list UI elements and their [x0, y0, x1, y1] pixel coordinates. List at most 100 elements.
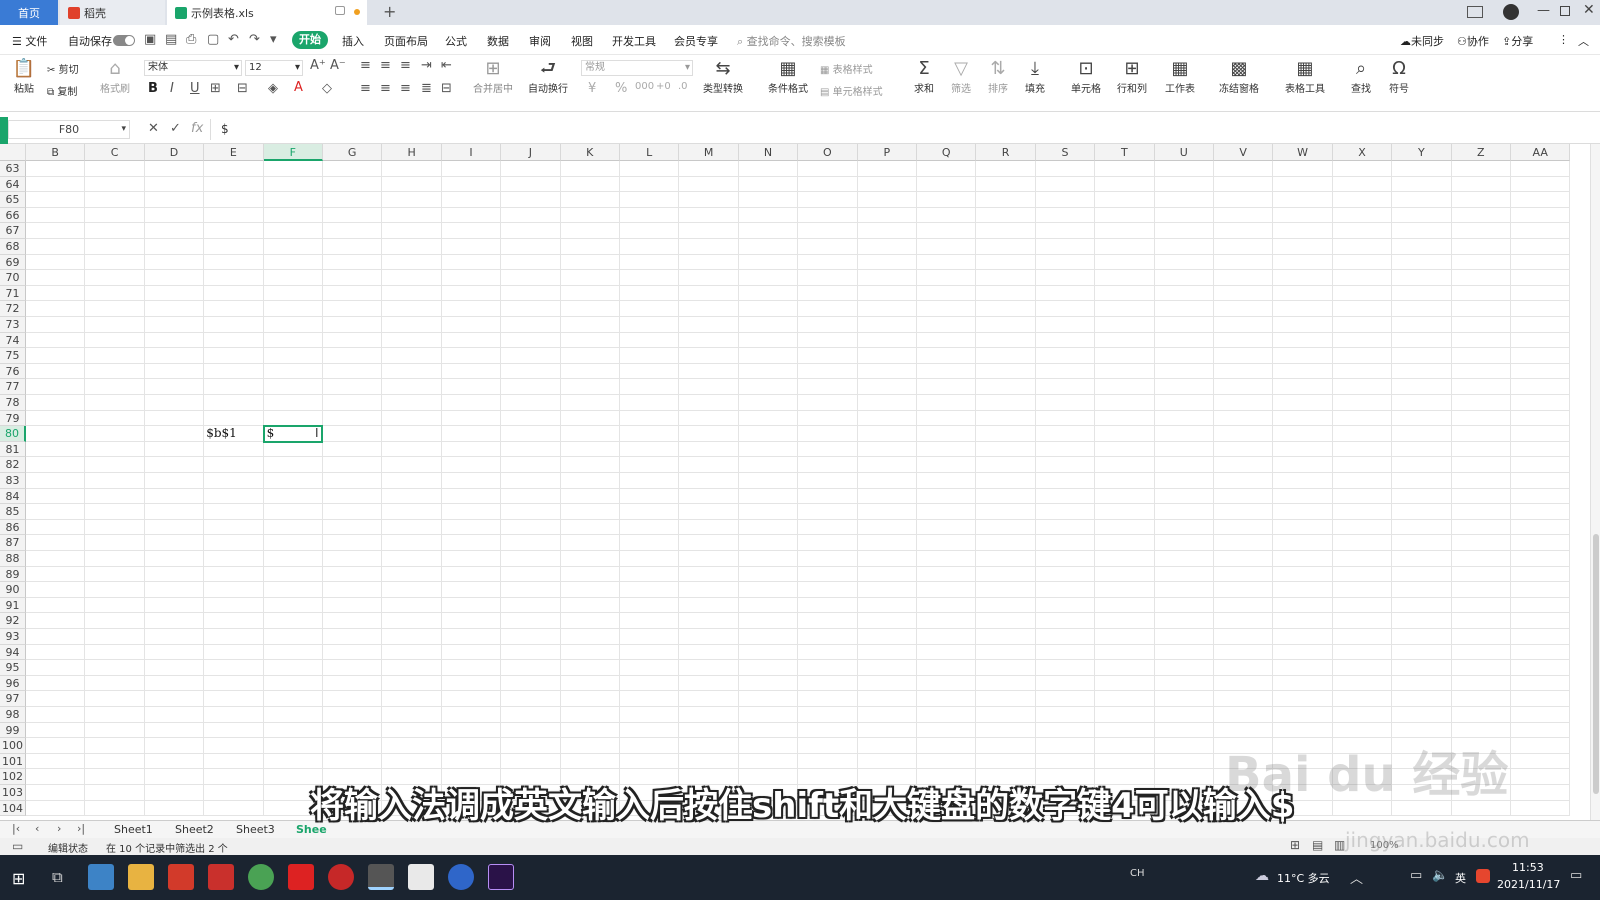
prev-sheet-icon[interactable]: ‹ [35, 822, 39, 835]
indent-icon[interactable]: ⇥ [421, 58, 432, 73]
cancel-icon[interactable]: ✕ [148, 121, 159, 136]
worksheet-button[interactable]: ▦ 工作表 [1160, 58, 1200, 95]
column-header-W[interactable]: W [1273, 144, 1333, 161]
taskbar-wps-icon[interactable] [288, 864, 314, 890]
collaborate-button[interactable]: ⚇协作 [1457, 33, 1489, 49]
wrap-text-button[interactable]: ⮐ 自动换行 [526, 58, 570, 95]
justify-icon[interactable]: ≣ [421, 81, 432, 96]
close-button[interactable]: ✕ [1583, 2, 1595, 18]
column-header-L[interactable]: L [620, 144, 680, 161]
column-header-H[interactable]: H [382, 144, 442, 161]
column-header-U[interactable]: U [1154, 144, 1214, 161]
decrease-decimal-icon[interactable]: .0 [678, 81, 688, 92]
menu-formulas[interactable]: 公式 [445, 33, 467, 49]
row-header-91[interactable]: 91 [0, 597, 26, 614]
menu-view[interactable]: 视图 [571, 33, 593, 49]
fill-button[interactable]: ⤓ 填充 [1021, 58, 1049, 95]
cut-button[interactable]: ✂ 剪切 [47, 61, 79, 76]
sheet-tab-3[interactable]: Sheet3 [236, 823, 275, 836]
column-header-N[interactable]: N [738, 144, 799, 161]
volume-icon[interactable]: 🔈 [1432, 868, 1448, 883]
align-top-icon[interactable]: ≡ [360, 58, 371, 73]
redo-icon[interactable]: ↷ [249, 32, 260, 47]
font-name-select[interactable]: 宋体 ▾ [144, 60, 242, 76]
currency-icon[interactable]: ¥ [588, 81, 596, 96]
column-header-T[interactable]: T [1095, 144, 1155, 161]
tab-home[interactable]: 首页 [0, 0, 58, 25]
vertical-scrollbar[interactable] [1590, 144, 1600, 820]
first-sheet-icon[interactable]: |‹ [12, 822, 20, 835]
restore-button[interactable] [1560, 6, 1570, 16]
copy-button[interactable]: ⧉ 复制 [47, 83, 77, 98]
column-header-I[interactable]: I [441, 144, 502, 161]
cell-F80-active[interactable]: $ [262, 425, 323, 443]
row-header-63[interactable]: 63 [0, 161, 26, 177]
column-header-X[interactable]: X [1332, 144, 1393, 161]
format-painter-button[interactable]: ⌂ 格式刷 [98, 58, 132, 95]
formula-input[interactable]: $ [210, 119, 1596, 140]
row-header-86[interactable]: 86 [0, 519, 26, 536]
row-header-81[interactable]: 81 [0, 441, 26, 458]
align-right-icon[interactable]: ≡ [400, 81, 411, 96]
column-header-O[interactable]: O [798, 144, 858, 161]
layout-icon[interactable] [1467, 6, 1483, 18]
tab-docer[interactable]: 稻壳 [60, 0, 165, 25]
column-header-AA[interactable]: AA [1511, 144, 1571, 161]
spreadsheet-grid[interactable]: B C D E F G H I J K L M N O P Q R S T U V W X Y Z AA 63 64 65 66 67 68 6… [0, 144, 1590, 820]
cell-E80[interactable]: $b$1 [206, 426, 237, 442]
menu-developer[interactable]: 开发工具 [612, 33, 656, 49]
column-header-D[interactable]: D [144, 144, 205, 161]
decrease-font-icon[interactable]: A⁻ [330, 58, 346, 73]
taskbar-app-active[interactable] [368, 864, 394, 890]
cell-style-button[interactable]: ▤ 单元格样式 [820, 83, 883, 98]
clear-icon[interactable]: ◇ [322, 81, 332, 96]
filter-button[interactable]: ▽ 筛选 [947, 58, 975, 95]
increase-decimal-icon[interactable]: +0 [656, 81, 671, 92]
taskbar-app-3[interactable] [448, 864, 474, 890]
undo-icon[interactable]: ↶ [228, 32, 239, 47]
tray-sogou-icon[interactable] [1476, 869, 1490, 883]
next-sheet-icon[interactable]: › [57, 822, 61, 835]
scrollbar-thumb[interactable] [1593, 534, 1599, 794]
row-header-69[interactable]: 69 [0, 254, 26, 271]
row-header-84[interactable]: 84 [0, 488, 26, 505]
weather-text[interactable]: 11°C 多云 [1277, 870, 1330, 886]
taskbar-app-2[interactable] [408, 864, 434, 890]
menu-data[interactable]: 数据 [487, 33, 509, 49]
normal-view-icon[interactable]: ⊞ [1290, 838, 1300, 852]
row-header-100[interactable]: 100 [0, 738, 26, 754]
network-icon[interactable]: ▭ [1410, 868, 1422, 883]
collapse-ribbon-icon[interactable]: ︿ [1578, 33, 1589, 49]
freeze-panes-button[interactable]: ▩ 冻结窗格 [1214, 58, 1264, 95]
type-convert-button[interactable]: ⇆ 类型转换 [699, 58, 747, 95]
minimize-button[interactable]: — [1537, 3, 1550, 18]
bold-icon[interactable]: B [148, 81, 158, 96]
row-header-87[interactable]: 87 [0, 535, 26, 551]
row-header-88[interactable]: 88 [0, 551, 26, 567]
increase-font-icon[interactable]: A⁺ [310, 58, 326, 73]
menu-member[interactable]: 会员专享 [674, 33, 718, 49]
print-icon[interactable]: ⎙ [186, 32, 196, 47]
align-middle-icon[interactable]: ≡ [380, 58, 391, 73]
sheet-tab-2[interactable]: Sheet2 [175, 823, 214, 836]
row-header-101[interactable]: 101 [0, 753, 26, 770]
row-header-74[interactable]: 74 [0, 332, 26, 349]
table-tools-button[interactable]: ▦ 表格工具 [1280, 58, 1330, 95]
sync-status[interactable]: ☁未同步 [1400, 33, 1444, 49]
taskbar-premiere-icon[interactable] [488, 864, 514, 890]
weather-icon[interactable]: ☁ [1255, 868, 1269, 884]
taskbar-chrome-icon[interactable] [248, 864, 274, 890]
column-header-M[interactable]: M [679, 144, 739, 161]
column-header-S[interactable]: S [1035, 144, 1096, 161]
row-header-103[interactable]: 103 [0, 785, 26, 801]
outdent-icon[interactable]: ⇤ [441, 58, 452, 73]
align-bottom-icon[interactable]: ≡ [400, 58, 411, 73]
column-header-Y[interactable]: Y [1392, 144, 1452, 161]
rowcol-button[interactable]: ⊞ 行和列 [1112, 58, 1152, 95]
column-header-Q[interactable]: Q [917, 144, 977, 161]
merge-center-button[interactable]: ⊞ 合并居中 [468, 58, 518, 95]
italic-icon[interactable]: I [170, 81, 174, 96]
row-header-94[interactable]: 94 [0, 644, 26, 661]
row-header-98[interactable]: 98 [0, 707, 26, 723]
menu-review[interactable]: 审阅 [529, 33, 551, 49]
